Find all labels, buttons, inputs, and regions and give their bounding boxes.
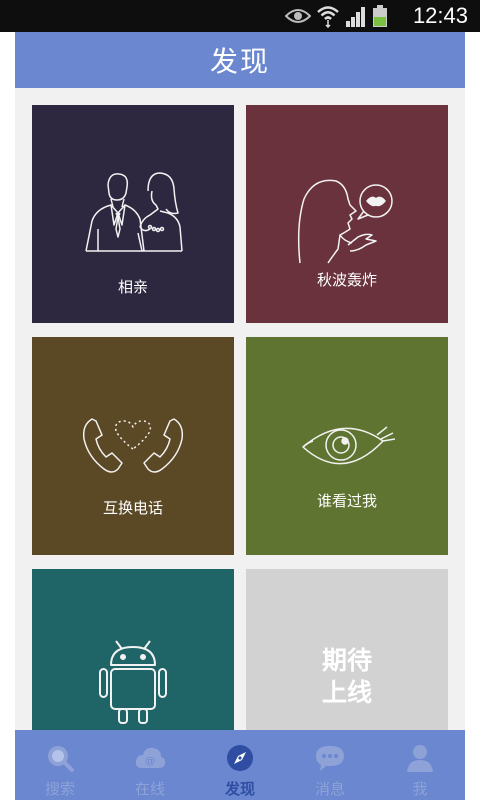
tab-label: 消息: [314, 780, 345, 798]
tab-label: 我: [412, 780, 428, 798]
tab-label: 发现: [224, 780, 255, 798]
tile-coming-soon: 期待 上线: [246, 569, 448, 730]
tab-me[interactable]: 我: [375, 730, 465, 800]
bottom-tab-bar: 搜索 @ 在线 发现 消息 我: [15, 730, 465, 800]
tab-label: 搜索: [44, 780, 75, 798]
tile-label: 相亲: [117, 278, 148, 296]
couple-icon: [32, 167, 234, 257]
signal-icon: [346, 7, 365, 27]
battery-icon: [373, 5, 387, 27]
eye-status-icon: [285, 9, 311, 23]
tab-online[interactable]: @ 在线: [105, 730, 195, 800]
coming-soon-line2: 上线: [321, 678, 372, 707]
page-title: 发现: [209, 45, 270, 78]
face-speech-kiss-icon: [246, 175, 448, 265]
compass-icon: [224, 742, 256, 774]
tile-label: 谁看过我: [316, 492, 377, 510]
android-robot-icon: [32, 635, 234, 725]
status-time: 12:43: [412, 3, 468, 28]
tile-label: 秋波轰炸: [316, 271, 377, 289]
tile-label: 互换电话: [102, 499, 163, 517]
message-bubble-icon: [314, 742, 346, 774]
tab-label: 在线: [134, 780, 165, 798]
tab-messages[interactable]: 消息: [285, 730, 375, 800]
tile-who-viewed-me[interactable]: 谁看过我: [246, 337, 448, 555]
tab-discover[interactable]: 发现: [195, 730, 285, 800]
discover-grid: 相亲 秋波轰炸 互换电话 谁看过我 期待 上线: [15, 88, 465, 730]
search-icon: [44, 742, 76, 774]
wifi-icon: [317, 6, 339, 28]
tile-blind-date[interactable]: 相亲: [32, 105, 234, 323]
profile-icon: [404, 742, 436, 774]
svg-text:@: @: [145, 756, 155, 767]
phone-heart-icon: [32, 409, 234, 479]
coming-soon-line1: 期待: [321, 646, 372, 675]
app-bar: 发现: [15, 32, 465, 88]
tab-search[interactable]: 搜索: [15, 730, 105, 800]
tile-android[interactable]: [32, 569, 234, 730]
eye-icon: [246, 421, 448, 471]
status-bar: 12:43: [0, 0, 480, 32]
tile-exchange-phone[interactable]: 互换电话: [32, 337, 234, 555]
tile-wink-bomb[interactable]: 秋波轰炸: [246, 105, 448, 323]
online-cloud-icon: @: [134, 742, 166, 774]
